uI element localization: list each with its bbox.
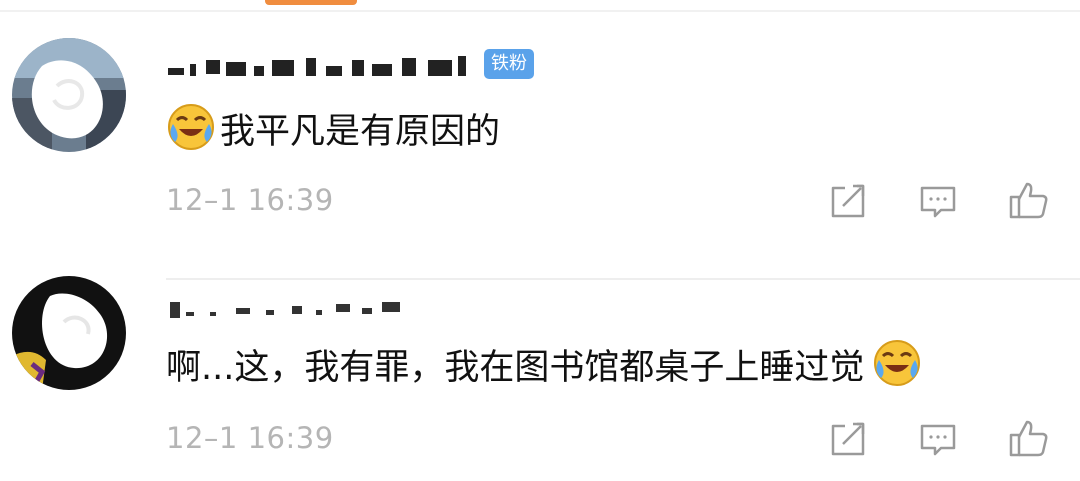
like-icon[interactable] [1008, 418, 1050, 460]
comment-text: 我平凡是有原因的 [166, 102, 500, 157]
comment-timestamp: 12–1 16:39 [166, 421, 334, 455]
avatar[interactable] [12, 276, 126, 390]
username-redacted[interactable] [166, 46, 472, 86]
reply-icon[interactable] [917, 418, 959, 460]
avatar[interactable] [12, 38, 126, 152]
comment-body: 啊...这，我有罪，我在图书馆都桌子上睡过觉 [166, 348, 865, 388]
fan-badge: 铁粉 [484, 49, 534, 79]
laughing-crying-emoji-icon [872, 338, 922, 388]
username-redacted[interactable] [166, 282, 406, 322]
repost-icon[interactable] [827, 418, 869, 460]
comment-timestamp: 12–1 16:39 [166, 183, 334, 217]
comment-body: 我平凡是有原因的 [220, 112, 501, 152]
repost-icon[interactable] [827, 180, 869, 222]
like-icon[interactable] [1008, 180, 1050, 222]
reply-icon[interactable] [917, 180, 959, 222]
comment-divider [166, 278, 1080, 280]
active-tab-indicator [265, 0, 357, 5]
laughing-crying-emoji-icon [166, 102, 216, 152]
comment-text: 啊...这，我有罪，我在图书馆都桌子上睡过觉 [166, 338, 922, 393]
header-divider [0, 10, 1080, 12]
